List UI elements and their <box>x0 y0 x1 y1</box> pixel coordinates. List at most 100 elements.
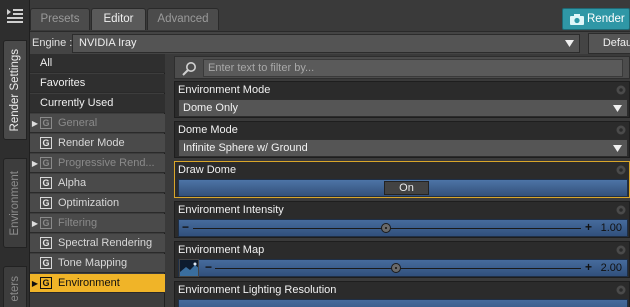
category-label: General <box>58 117 98 129</box>
tab-editor[interactable]: Editor <box>91 8 146 30</box>
chevron-down-icon <box>565 40 574 47</box>
toggle-on-button[interactable]: On <box>384 181 429 195</box>
slider-value[interactable]: 2.00 <box>601 262 622 274</box>
environment-intensity-slider[interactable]: − + 1.00 <box>178 219 628 237</box>
top-tab-bar: Presets Editor Advanced Render <box>30 8 630 30</box>
slider-knob[interactable] <box>391 263 401 273</box>
render-button-label: Render <box>587 13 625 25</box>
select-value: Infinite Sphere w/ Ground <box>183 142 308 154</box>
tab-render-settings[interactable]: Render Settings <box>3 40 27 140</box>
environment-map-slider[interactable]: − + 2.00 <box>178 259 628 277</box>
engine-value: NVIDIA Iray <box>79 37 137 49</box>
tab-render-settings-label: Render Settings <box>9 48 21 132</box>
expand-arrow-icon[interactable]: ▶ <box>30 119 40 128</box>
engine-label: Engine : <box>32 37 73 49</box>
gear-icon[interactable] <box>615 284 627 296</box>
increment-button[interactable]: + <box>585 260 592 274</box>
property-title: Environment Intensity <box>178 204 284 216</box>
chevron-down-icon <box>613 145 622 152</box>
property-environment-mode: Environment Mode Dome Only <box>174 81 630 118</box>
property-title: Environment Lighting Resolution <box>178 284 337 296</box>
environment-lighting-resolution-slider[interactable] <box>178 299 628 307</box>
expand-arrow-icon[interactable]: ▶ <box>30 279 40 288</box>
category-currently-used[interactable]: Currently Used <box>30 94 165 113</box>
property-environment-intensity: Environment Intensity − + 1.00 <box>174 201 630 238</box>
property-title: Environment Mode <box>178 84 271 96</box>
engine-select[interactable]: NVIDIA Iray <box>72 34 580 53</box>
category-label: Spectral Rendering <box>58 237 153 249</box>
property-title: Draw Dome <box>178 164 237 176</box>
tab-advanced[interactable]: Advanced <box>147 8 219 30</box>
chevron-down-icon <box>613 105 622 112</box>
property-dome-mode: Dome Mode Infinite Sphere w/ Ground <box>174 121 630 158</box>
category-favorites[interactable]: Favorites <box>30 74 165 93</box>
category-label: Optimization <box>58 197 120 209</box>
tab-environment[interactable]: Environment <box>3 158 27 248</box>
group-icon: G <box>40 137 52 149</box>
category-list: All Favorites Currently Used ▶ G General… <box>30 54 165 307</box>
gear-icon[interactable] <box>615 124 627 136</box>
slider-knob[interactable] <box>381 223 391 233</box>
group-icon: G <box>40 157 52 169</box>
category-all[interactable]: All <box>30 54 165 73</box>
property-panel: Environment Mode Dome Only Dome Mode Inf… <box>171 54 630 307</box>
increment-button[interactable]: + <box>585 220 592 234</box>
tab-environment-label: Environment <box>9 170 21 236</box>
draw-dome-toggle[interactable]: On <box>178 179 628 197</box>
category-label: Favorites <box>40 77 86 89</box>
group-icon: G <box>40 277 52 289</box>
group-icon: G <box>40 177 52 189</box>
category-optimization[interactable]: G Optimization <box>30 194 165 213</box>
decrement-button[interactable]: − <box>205 260 212 274</box>
group-icon: G <box>40 197 52 209</box>
category-label: All <box>40 57 53 69</box>
gear-icon[interactable] <box>615 204 627 216</box>
property-title: Environment Map <box>178 244 265 256</box>
gear-icon[interactable] <box>615 84 627 96</box>
category-tone-mapping[interactable]: G Tone Mapping <box>30 254 165 273</box>
left-tab-strip: Render Settings Environment eters <box>0 0 30 307</box>
tab-parameters-label: eters <box>9 275 21 302</box>
dome-mode-select[interactable]: Infinite Sphere w/ Ground <box>178 139 628 157</box>
category-environment[interactable]: ▶ G Environment <box>30 274 165 293</box>
decrement-button[interactable]: − <box>182 220 189 234</box>
render-button[interactable]: Render <box>562 8 630 30</box>
environment-map-thumbnail[interactable] <box>179 259 199 277</box>
tab-presets[interactable]: Presets <box>30 8 90 30</box>
defaults-button[interactable]: Defaults <box>588 33 630 54</box>
category-label: Environment <box>58 277 120 289</box>
expand-arrow-icon[interactable]: ▶ <box>30 219 40 228</box>
group-icon: G <box>40 217 52 229</box>
property-title: Dome Mode <box>178 124 238 136</box>
expand-arrow-icon[interactable]: ▶ <box>30 159 40 168</box>
group-icon: G <box>40 237 52 249</box>
gear-icon[interactable] <box>615 244 627 256</box>
group-icon: G <box>40 257 52 269</box>
category-general[interactable]: ▶ G General <box>30 114 165 133</box>
engine-row: Engine : NVIDIA Iray Defaults <box>30 31 630 54</box>
category-render-mode[interactable]: G Render Mode <box>30 134 165 153</box>
filter-input[interactable] <box>203 59 623 77</box>
gear-icon[interactable] <box>615 164 627 176</box>
category-label: Progressive Rend... <box>58 157 155 169</box>
category-label: Render Mode <box>58 137 125 149</box>
category-alpha[interactable]: G Alpha <box>30 174 165 193</box>
environment-mode-select[interactable]: Dome Only <box>178 99 628 117</box>
category-progressive-rendering[interactable]: ▶ G Progressive Rend... <box>30 154 165 173</box>
category-spectral-rendering[interactable]: G Spectral Rendering <box>30 234 165 253</box>
property-draw-dome: Draw Dome On <box>174 161 630 198</box>
group-icon: G <box>40 117 52 129</box>
category-filtering[interactable]: ▶ G Filtering <box>30 214 165 233</box>
slider-value[interactable]: 1.00 <box>601 222 622 234</box>
property-environment-lighting-resolution: Environment Lighting Resolution <box>174 281 630 307</box>
category-label: Tone Mapping <box>58 257 128 269</box>
camera-icon <box>570 14 584 25</box>
property-environment-map: Environment Map − + 2.00 <box>174 241 630 278</box>
panel-menu-icon[interactable] <box>5 6 25 26</box>
search-icon[interactable] <box>181 61 197 77</box>
category-label: Alpha <box>58 177 87 189</box>
filter-bar <box>174 56 630 79</box>
category-label: Filtering <box>58 217 98 229</box>
tab-parameters[interactable]: eters <box>3 266 27 307</box>
category-label: Currently Used <box>40 97 114 109</box>
